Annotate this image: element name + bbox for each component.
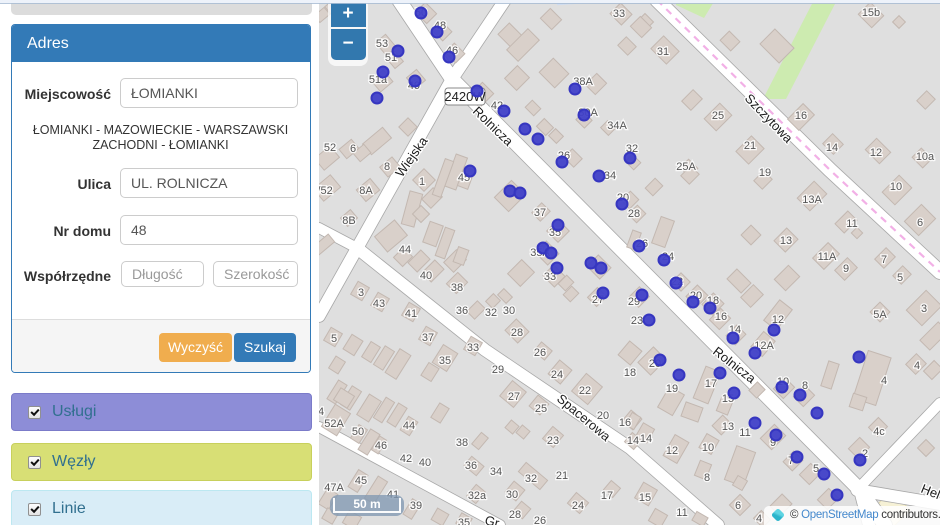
svg-text:8: 8 — [384, 161, 390, 173]
svg-text:16: 16 — [715, 311, 727, 323]
svg-text:44: 44 — [399, 244, 411, 256]
svg-text:29: 29 — [492, 364, 504, 376]
svg-text:52A: 52A — [324, 418, 344, 430]
svg-text:3: 3 — [358, 287, 364, 299]
svg-text:20: 20 — [597, 410, 609, 422]
svg-text:7: 7 — [881, 254, 887, 266]
svg-text:31: 31 — [657, 46, 669, 58]
svg-text:17: 17 — [601, 490, 613, 502]
svg-text:6: 6 — [350, 143, 356, 155]
svg-text:25: 25 — [535, 403, 547, 415]
svg-text:40: 40 — [420, 270, 432, 282]
svg-text:18: 18 — [624, 367, 636, 379]
svg-text:42: 42 — [400, 453, 412, 465]
svg-text:32a: 32a — [468, 490, 487, 502]
svg-text:25A: 25A — [676, 161, 696, 173]
svg-text:47A: 47A — [324, 482, 344, 494]
svg-text:24: 24 — [572, 500, 584, 512]
svg-text:10a: 10a — [916, 151, 935, 163]
svg-text:32: 32 — [485, 307, 497, 319]
svg-text:26: 26 — [534, 515, 546, 525]
svg-text:33: 33 — [613, 8, 625, 20]
svg-text:39: 39 — [410, 500, 422, 512]
svg-text:23: 23 — [547, 435, 559, 447]
svg-text:5: 5 — [331, 333, 337, 345]
svg-text:45: 45 — [355, 475, 367, 487]
svg-text:35: 35 — [458, 517, 470, 525]
svg-text:19: 19 — [759, 167, 771, 179]
svg-text:1: 1 — [419, 176, 425, 188]
svg-text:8B: 8B — [342, 215, 355, 227]
svg-text:10: 10 — [702, 442, 714, 454]
svg-text:4: 4 — [319, 406, 324, 418]
svg-text:44: 44 — [403, 420, 415, 432]
svg-text:34: 34 — [490, 466, 502, 478]
svg-text:14: 14 — [826, 142, 838, 154]
svg-text:27: 27 — [508, 391, 520, 403]
svg-text:30: 30 — [506, 489, 518, 501]
svg-text:4c: 4c — [873, 426, 885, 438]
svg-text:52: 52 — [324, 142, 336, 154]
svg-text:14: 14 — [640, 433, 652, 445]
svg-text:9: 9 — [843, 263, 849, 275]
svg-text:4: 4 — [881, 375, 887, 387]
svg-text:36: 36 — [465, 460, 477, 472]
svg-text:28: 28 — [511, 327, 523, 339]
svg-text:17: 17 — [705, 378, 717, 390]
svg-text:11: 11 — [676, 507, 687, 519]
svg-text:38: 38 — [451, 282, 463, 294]
svg-text:5: 5 — [897, 272, 903, 284]
svg-text:16: 16 — [619, 417, 631, 429]
svg-text:13: 13 — [780, 235, 792, 247]
svg-text:22: 22 — [579, 385, 591, 397]
svg-text:50: 50 — [352, 426, 364, 438]
svg-text:33: 33 — [467, 342, 479, 354]
svg-text:40: 40 — [419, 457, 431, 469]
svg-text:28: 28 — [509, 509, 521, 521]
svg-text:25: 25 — [712, 110, 724, 122]
svg-text:35: 35 — [439, 355, 451, 367]
svg-text:37: 37 — [534, 207, 546, 219]
svg-text:30: 30 — [503, 305, 515, 317]
svg-text:41: 41 — [405, 308, 417, 320]
svg-text:23: 23 — [631, 315, 643, 327]
svg-text:11A: 11A — [818, 251, 837, 263]
svg-text:32: 32 — [525, 473, 537, 485]
svg-text:4: 4 — [914, 360, 920, 372]
svg-text:15: 15 — [639, 492, 651, 504]
svg-text:8: 8 — [704, 472, 710, 484]
svg-text:46: 46 — [375, 440, 387, 452]
svg-text:16: 16 — [795, 110, 807, 122]
svg-text:38: 38 — [456, 437, 468, 449]
svg-text:34A: 34A — [607, 120, 627, 132]
svg-text:13A: 13A — [802, 194, 822, 206]
svg-text:6: 6 — [917, 217, 923, 229]
svg-text:5A: 5A — [873, 309, 887, 321]
svg-text:11: 11 — [846, 218, 857, 230]
svg-text:28: 28 — [628, 208, 640, 220]
svg-text:43: 43 — [373, 298, 385, 310]
svg-text:12: 12 — [870, 147, 882, 159]
svg-text:4: 4 — [756, 513, 762, 525]
svg-text:19: 19 — [666, 383, 678, 395]
svg-text:12: 12 — [666, 445, 678, 457]
svg-text:3: 3 — [921, 303, 927, 315]
svg-text:37: 37 — [422, 332, 434, 344]
svg-text:24: 24 — [551, 369, 563, 381]
svg-text:13: 13 — [722, 421, 734, 433]
svg-text:21: 21 — [744, 140, 756, 152]
svg-text:6: 6 — [735, 500, 741, 512]
svg-text:53: 53 — [376, 38, 388, 50]
svg-text:26: 26 — [534, 347, 546, 359]
svg-text:10: 10 — [890, 181, 902, 193]
svg-text:21: 21 — [556, 470, 568, 482]
svg-text:34: 34 — [604, 170, 616, 182]
svg-text:11: 11 — [739, 427, 750, 439]
svg-text:36: 36 — [456, 305, 468, 317]
svg-text:14: 14 — [627, 435, 639, 447]
svg-text:15b: 15b — [862, 7, 880, 19]
svg-text:8A: 8A — [359, 185, 373, 197]
svg-text:0/52: 0/52 — [319, 185, 333, 197]
